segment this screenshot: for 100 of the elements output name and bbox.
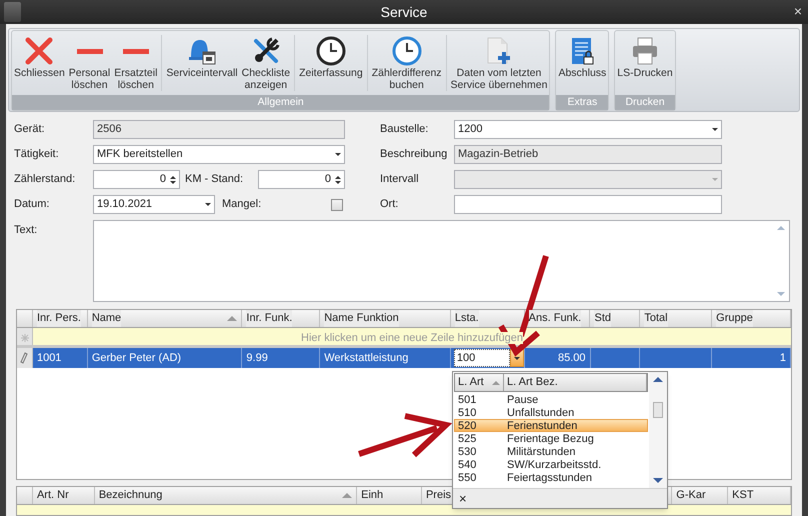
column-header[interactable]: KST [728,487,791,504]
ribbon-button[interactable]: Abschluss [556,33,608,79]
list-item[interactable]: 550 Feiertagsstunden [454,471,648,484]
column-label: Name Funktion [324,310,399,327]
column-header[interactable]: L. Art Bez. [504,374,647,391]
clear-button[interactable]: × [459,492,467,506]
field-label: Text: [14,223,38,238]
minus-icon [76,48,104,54]
column-label: L. Art Bez. [507,375,558,390]
column-label: Gruppe [716,310,753,327]
column-label: Preis [426,488,452,504]
column-header[interactable]: Art. Nr [32,487,95,504]
column-header[interactable]: Inr. Pers. [32,310,88,327]
cell-editor[interactable]: 100 [454,349,510,367]
column-label: Inr. Funk. [246,310,292,327]
field-label: Datum: [14,197,50,212]
ribbon-button[interactable]: Checkliste anzeigen [240,33,292,91]
column-header[interactable]: Inr. Funk. [242,310,320,327]
field-label: Baustelle: [380,122,430,137]
list-item[interactable]: 501 Pause [454,393,648,406]
dropdown-field[interactable]: MFK bereitstellen [93,145,345,164]
column-label: Bezeichnung [98,488,162,504]
field-label: Tätigkeit: [14,147,60,162]
field-label: Beschreibung [380,147,448,162]
group-label: Extras [556,95,608,110]
spin-icon [335,176,341,184]
table-cell: 1 [712,348,791,368]
field-label: Ort: [380,197,400,212]
field-label: Mangel: [222,197,262,212]
input-field[interactable] [454,195,722,214]
field-value: 0 [324,172,331,188]
ribbon-button[interactable]: Zeiterfassung [297,33,365,79]
column-header[interactable]: Name [88,310,242,327]
ribbon-button[interactable]: Zählerdifferenz buchen [370,33,444,91]
column-label: Lsta. [454,310,479,327]
close-icon [24,36,54,66]
column-label: Total [644,310,668,327]
list-item[interactable]: 540 SW/Kurzarbeitsstd. [454,458,648,471]
column-header[interactable]: Gruppe [712,310,791,327]
caret-icon [205,203,211,206]
field-label: Zählerstand: [14,172,76,187]
table-cell: Werkstattleistung [320,348,451,368]
column-header[interactable]: G-Kar [672,487,728,504]
table-cell: Gerber Peter (AD) [88,348,242,368]
field-value: 1200 [458,122,482,138]
scrollbar[interactable] [649,372,667,488]
column-header[interactable]: L. Art [455,374,504,391]
ribbon-button[interactable]: Serviceintervall [164,33,240,79]
column-label: Einh [361,488,384,504]
column-header[interactable]: Std [590,310,640,327]
field-label: KM - Stand: [185,172,244,187]
column-header[interactable]: Total [640,310,712,327]
caret-icon [335,153,341,156]
list-item[interactable]: 520 Ferienstunden [454,419,648,432]
group-label: Drucken [615,95,675,110]
clock-icon [316,36,346,66]
number-field[interactable]: 0 [93,170,180,189]
table-cell: 85.00 [524,348,590,368]
ribbon-button[interactable]: Personal löschen [66,33,112,91]
group-label: Allgemein [12,95,550,110]
table-row[interactable]: 1001 Gerber Peter (AD) 9.99 Werkstattleistung 100 85.00 1 [17,348,791,368]
number-field[interactable]: 0 [258,170,345,189]
ribbon-button[interactable]: Daten vom letzten Service übernehmen [448,33,550,91]
column-label: Inr. Pers. [36,310,81,327]
field-value: MFK bereitstellen [97,147,183,162]
readonly-field: 2506 [93,120,345,139]
readonly-field: Magazin-Betrieb [454,145,722,164]
column-label: Art. Nr [36,488,69,504]
ribbon-button[interactable]: LS-Drucken [615,33,675,79]
ribbon-button[interactable]: Ersatzteil löschen [112,33,160,91]
field-value: 19.10.2021 [97,197,152,212]
column-header[interactable]: Name Funktion [320,310,451,327]
close-button[interactable]: × [794,3,802,19]
text-area[interactable] [93,220,790,302]
field-label: Gerät: [14,122,46,137]
caret-icon [712,128,718,131]
checkbox[interactable] [331,198,343,210]
list-item[interactable]: 510 Unfallstunden [454,406,648,419]
caret-icon [514,356,520,360]
dropdown-field[interactable]: 19.10.2021 [93,195,215,214]
list-item[interactable]: 530 Militärstunden [454,445,648,458]
dropdown-field[interactable]: 1200 [454,120,722,139]
window-title: Service [380,2,428,22]
column-label: Std [594,310,611,327]
spin-icon [170,176,176,184]
column-header[interactable]: Bezeichnung [94,487,358,504]
field-value: 0 [160,172,166,188]
list-item[interactable]: 525 Ferientage Bezug [454,432,648,445]
column-header[interactable]: Lsta. [450,310,525,327]
column-header[interactable]: Einh [357,487,422,504]
caret-icon [712,178,718,181]
minus-icon [122,48,150,54]
ribbon-button[interactable]: Schliessen [12,33,67,79]
clock-icon [392,36,422,66]
column-label: G-Kar [676,488,706,504]
app-icon [4,2,21,22]
column-label: Name [92,310,122,327]
column-label: KST [732,488,754,504]
table-cell: 1001 [32,348,88,368]
field-label: Intervall [380,172,420,187]
